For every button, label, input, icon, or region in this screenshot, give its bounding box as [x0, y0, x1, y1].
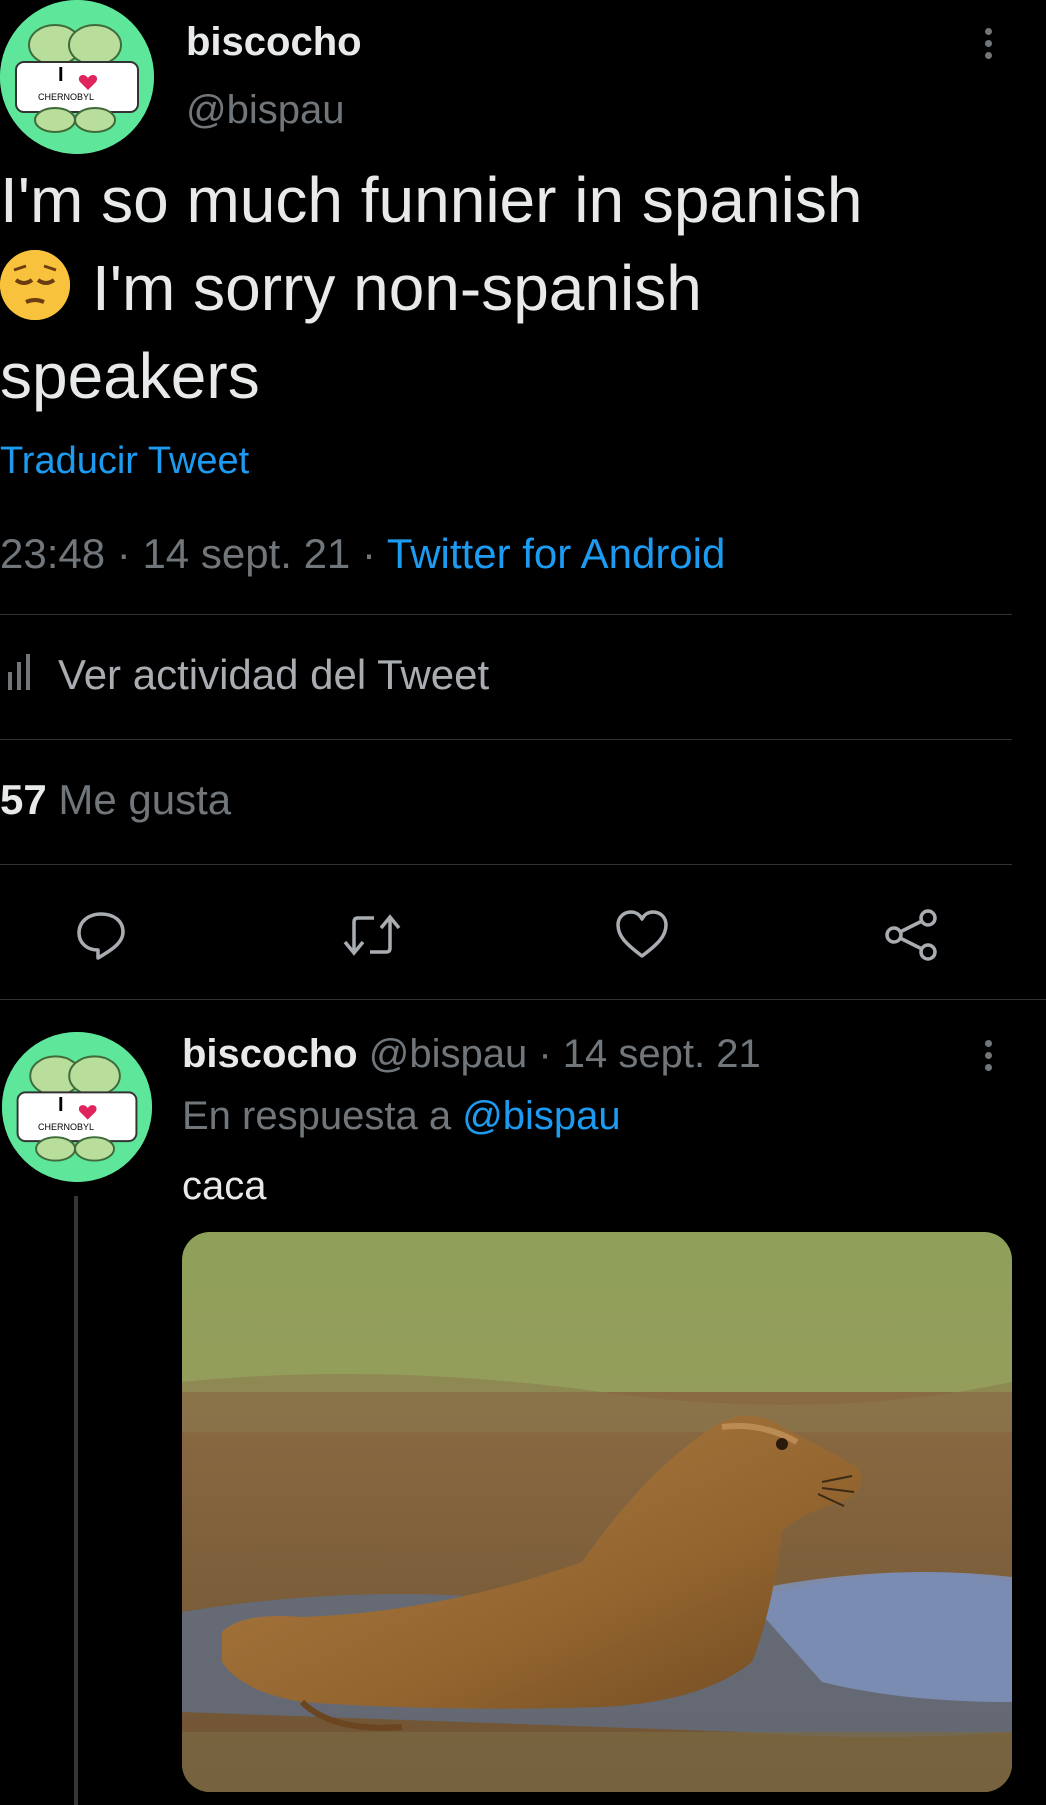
tweet-text-line: speakers: [0, 340, 260, 412]
more-options-icon[interactable]: [985, 28, 995, 64]
avatar-text-bottom: CHERNOBYL: [38, 1122, 95, 1132]
tweet-text: caca: [182, 1164, 267, 1208]
tweet-time[interactable]: 23:48: [0, 530, 105, 577]
avatar[interactable]: I CHERNOBYL: [2, 1032, 152, 1182]
avatar[interactable]: I CHERNOBYL: [0, 0, 154, 154]
tweet-text-line: I'm sorry non-spanish: [92, 252, 702, 324]
reply-to-link[interactable]: @bispau: [462, 1094, 620, 1138]
divider: [0, 864, 1012, 865]
tweet-activity-label: Ver actividad del Tweet: [58, 650, 490, 698]
tweet-text-line: I'm so much funnier in spanish: [0, 164, 863, 236]
tweet-photo[interactable]: [182, 1232, 1012, 1792]
likes-label: Me gusta: [58, 776, 232, 823]
divider: [0, 739, 1012, 740]
meta-separator: ·: [116, 530, 131, 577]
reply-header: biscocho @bispau · 14 sept. 21: [182, 1032, 761, 1077]
display-name[interactable]: biscocho: [186, 20, 362, 65]
reply-prefix: En respuesta a: [182, 1094, 452, 1138]
analytics-icon: [0, 650, 40, 699]
divider: [0, 614, 1012, 615]
avatar-text-top: I: [58, 64, 64, 86]
tweet-date[interactable]: 14 sept. 21: [563, 1032, 761, 1076]
avatar-text-bottom: CHERNOBYL: [38, 92, 95, 102]
meta-separator: ·: [538, 1032, 552, 1076]
divider: [0, 999, 1046, 1000]
translate-tweet-link[interactable]: Traducir Tweet: [0, 440, 249, 483]
tweet-date[interactable]: 14 sept. 21: [142, 530, 350, 577]
reply-icon[interactable]: [74, 908, 128, 962]
meta-separator: ·: [361, 530, 376, 577]
likes-count-link[interactable]: 57 Me gusta: [0, 776, 231, 824]
reply-context: En respuesta a @bispau: [182, 1094, 621, 1139]
tweet-meta: 23:48 · 14 sept. 21 · Twitter for Androi…: [0, 530, 725, 578]
pensive-face-emoji: [0, 250, 70, 320]
display-name[interactable]: biscocho: [182, 1032, 358, 1076]
tweet-activity-button[interactable]: Ver actividad del Tweet: [0, 650, 489, 699]
retweet-icon[interactable]: [340, 908, 404, 962]
handle[interactable]: @bispau: [369, 1032, 527, 1076]
more-options-icon[interactable]: [985, 1040, 995, 1076]
tweet-text: I'm so much funnier in spanish I'm sorry…: [0, 156, 1000, 420]
tweet-text-line: I'm sorry non-spanish: [0, 244, 1000, 332]
like-icon[interactable]: [614, 908, 670, 962]
tweet-source-link[interactable]: Twitter for Android: [387, 530, 725, 577]
likes-count: 57: [0, 776, 47, 823]
share-icon[interactable]: [884, 908, 940, 962]
handle[interactable]: @bispau: [186, 88, 344, 133]
avatar-text-top: I: [58, 1094, 64, 1116]
thread-line: [74, 1196, 78, 1805]
